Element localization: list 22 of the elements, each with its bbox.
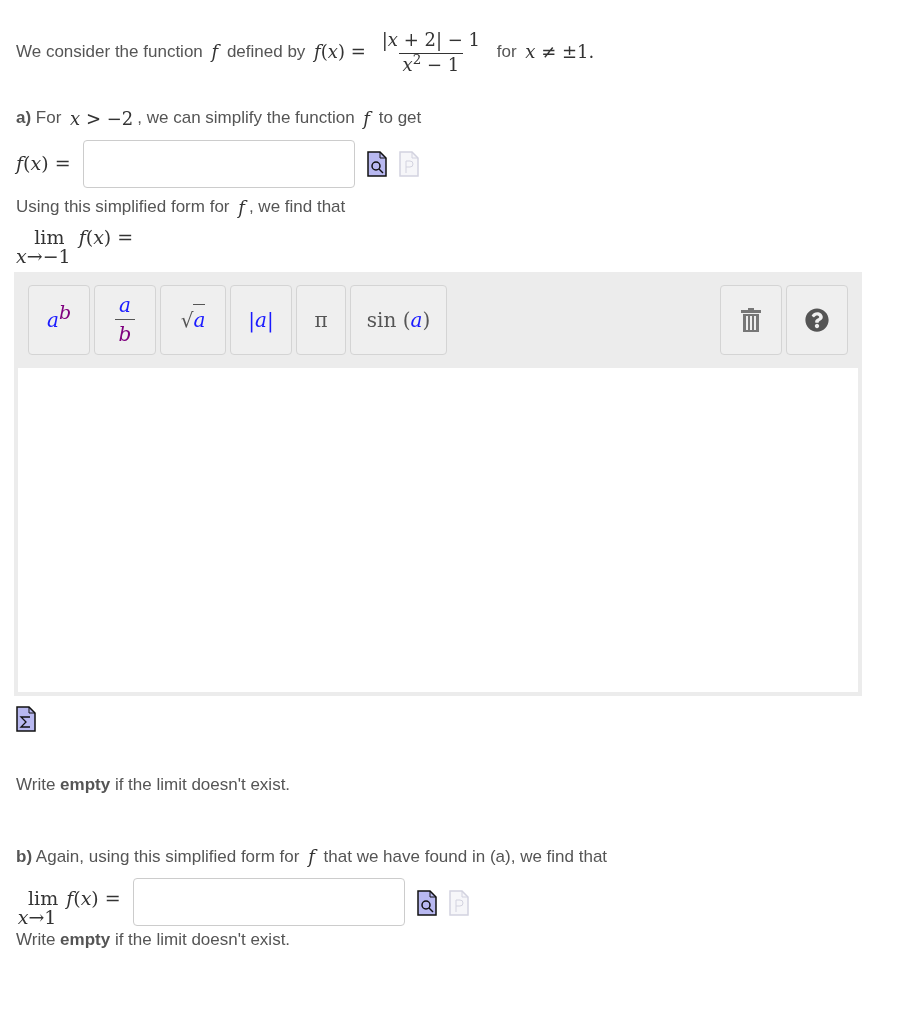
answer-field[interactable]	[132, 878, 405, 926]
help-button[interactable]	[786, 284, 848, 355]
note-text: Write empty if the limit doesn't exist.	[16, 773, 292, 796]
note-text: Write empty if the limit doesn't exist.	[16, 929, 292, 951]
preview-icon[interactable]	[416, 890, 437, 916]
part-a-statement: a) For x > −2 , we can simplify the function f to get	[16, 106, 423, 131]
fraction-button[interactable]: a b	[94, 284, 156, 355]
pi-button[interactable]: π	[296, 284, 346, 355]
function-label: f(x) =	[16, 151, 71, 177]
trash-icon	[741, 307, 761, 332]
formula-document-icon[interactable]	[16, 705, 36, 732]
square-root-button[interactable]: √a	[160, 284, 226, 355]
absolute-value-button[interactable]: |a|	[230, 284, 292, 355]
followup-statement: Using this simplified form for f , we find that	[16, 195, 347, 220]
limit-expression: lim x→−1 f(x) =	[16, 227, 134, 266]
limit-expression: lim x→1 f(x) =	[16, 889, 121, 927]
answer-field[interactable]	[82, 139, 355, 188]
sine-button[interactable]: sin (a)	[350, 284, 447, 355]
delete-button[interactable]	[720, 284, 782, 355]
part-b-statement: b) Again, using this simplified form for f that we have found in (a), we find that	[16, 845, 609, 869]
help-icon	[805, 307, 829, 332]
preview-icon[interactable]	[366, 150, 387, 177]
